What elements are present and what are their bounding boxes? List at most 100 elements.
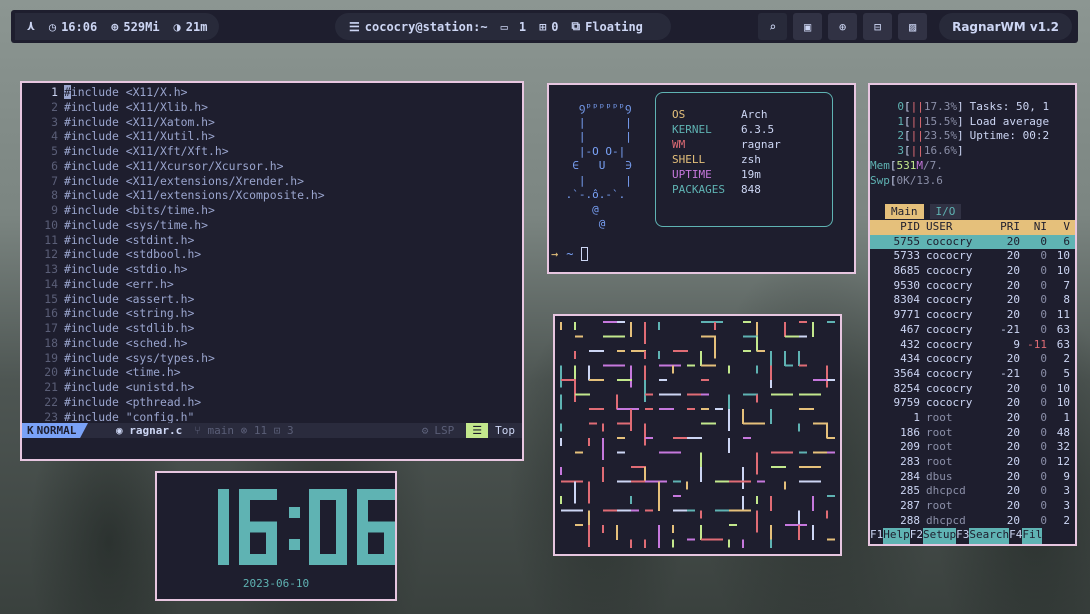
- table-row[interactable]: 9530 cococry 20 0 7: [870, 279, 1075, 294]
- shell-prompt[interactable]: → ~: [551, 247, 589, 261]
- line-number: 2: [51, 99, 58, 114]
- code-text: #include <stdbool.h>: [64, 247, 202, 262]
- code-line[interactable]: 3 #include <X11/Xatom.h>: [22, 115, 522, 130]
- code-line[interactable]: 7 #include <X11/extensions/Xrender.h>: [22, 174, 522, 189]
- code-line[interactable]: 8 #include <X11/extensions/Xcomposite.h>: [22, 188, 522, 203]
- column-header-ni[interactable]: NI: [1020, 220, 1047, 235]
- tab-io[interactable]: I/O: [929, 204, 962, 219]
- cell-pid: 288: [900, 513, 920, 527]
- table-row[interactable]: 283 root 20 0 12: [870, 455, 1075, 470]
- htop-window[interactable]: 0[| | 17.3%] Tasks: 50, 1 1[| | 15.5%] Load ave…: [868, 83, 1077, 546]
- fetch-terminal[interactable]: ꝯᵖᵖᵖᵖᵖᵖꝯ | | | | |-O O-| ∈ U ∋ | | .`-.ô…: [547, 83, 856, 274]
- cpu-bar: |: [917, 100, 924, 113]
- line-number: 21: [44, 380, 58, 394]
- bar-workspace[interactable]: ⊞ 0: [539, 20, 558, 34]
- line-number: 3: [51, 114, 58, 129]
- ragnar-logo-icon[interactable]: ⋏: [27, 19, 35, 34]
- code-line[interactable]: 17 #include <stdlib.h>: [22, 321, 522, 336]
- process-table[interactable]: PID USER PRI NI V 5755 cococry 20 0 6 5733 cococry 2…: [870, 220, 1075, 528]
- fkey-f2[interactable]: F2: [910, 528, 923, 544]
- info-row: WM ragnar: [672, 137, 832, 152]
- table-header[interactable]: PID USER PRI NI V: [870, 220, 1075, 235]
- maze-terminal[interactable]: [553, 314, 842, 556]
- swap-meter: Swp[0K/13.6: [870, 174, 1075, 189]
- column-header-pri[interactable]: PRI: [990, 220, 1020, 235]
- browser-button[interactable]: ⊕: [828, 13, 858, 40]
- table-row[interactable]: 287 root 20 0 3: [870, 499, 1075, 514]
- code-line[interactable]: 13 #include <stdio.h>: [22, 262, 522, 277]
- fkey-f3[interactable]: F3: [956, 528, 969, 544]
- table-row[interactable]: 3564 cococry -21 0 5: [870, 367, 1075, 382]
- cell-ni: 0: [1040, 381, 1047, 395]
- table-row[interactable]: 1 root 20 0 1: [870, 411, 1075, 426]
- column-header-v[interactable]: V: [1047, 220, 1070, 235]
- code-line[interactable]: 6 #include <X11/Xcursor/Xcursor.h>: [22, 159, 522, 174]
- bar-monitors[interactable]: ▭ 1: [501, 20, 526, 34]
- image-button[interactable]: ▨: [898, 13, 928, 40]
- bar-left-section: ⋏ ◷ 16:06 ⊕ 529Mi ◑ 21m: [15, 13, 220, 40]
- meter-bracket: [: [904, 144, 911, 158]
- cell-pid: 186: [900, 425, 920, 439]
- info-row: PACKAGES 848: [672, 182, 832, 197]
- code-line[interactable]: 18 #include <sched.h>: [22, 336, 522, 351]
- table-row[interactable]: 434 cococry 20 0 2: [870, 352, 1075, 367]
- cell-user: root: [926, 410, 953, 424]
- fkey-f1[interactable]: F1: [870, 528, 883, 544]
- line-number: 5: [51, 144, 58, 158]
- mode-indicator: K NORMAL: [22, 423, 88, 438]
- cell-user: cococry: [926, 381, 973, 395]
- table-row[interactable]: 209 root 20 0 32: [870, 440, 1075, 455]
- table-row[interactable]: 432 cococry 9 -11 63: [870, 338, 1075, 353]
- fkey-f4[interactable]: F4: [1009, 528, 1022, 544]
- cell-pid: 5733: [893, 249, 921, 263]
- fkey-label: Setup: [923, 528, 957, 544]
- editor-window[interactable]: 1 #include <X11/X.h> 2 #include <X11/Xlib.h…: [20, 81, 524, 461]
- table-row[interactable]: 467 cococry -21 0 63: [870, 323, 1075, 338]
- code-line[interactable]: 15 #include <assert.h>: [22, 292, 522, 307]
- table-row[interactable]: 8685 cococry 20 0 10: [870, 264, 1075, 279]
- code-line[interactable]: 4 #include <X11/Xutil.h>: [22, 129, 522, 144]
- mem-total: /7.: [923, 158, 943, 172]
- code-line[interactable]: 19 #include <sys/types.h>: [22, 351, 522, 366]
- function-key-bar: F1 Help F2 Setup F3 Search F4 Fil: [870, 528, 1075, 544]
- table-row[interactable]: 8304 cococry 20 0 8: [870, 293, 1075, 308]
- table-row[interactable]: 284 dbus 20 0 9: [870, 470, 1075, 485]
- code-line[interactable]: 11 #include <stdint.h>: [22, 233, 522, 248]
- line-number: 18: [44, 335, 58, 350]
- table-row[interactable]: 186 root 20 0 48: [870, 426, 1075, 441]
- code-line[interactable]: 22 #include <pthread.h>: [22, 395, 522, 410]
- image-icon: ▨: [908, 19, 917, 34]
- table-row[interactable]: 288 dhcpcd 20 0 2: [870, 514, 1075, 529]
- code-line[interactable]: 12 #include <stdbool.h>: [22, 247, 522, 262]
- code-line[interactable]: 9 #include <bits/time.h>: [22, 203, 522, 218]
- table-row[interactable]: 5733 cococry 20 0 10: [870, 249, 1075, 264]
- code-line[interactable]: 2 #include <X11/Xlib.h>: [22, 100, 522, 115]
- code-line[interactable]: 10 #include <sys/time.h>: [22, 218, 522, 233]
- bar-layout[interactable]: ⧉ Floating: [572, 19, 643, 34]
- cell-pid: 287: [900, 499, 920, 513]
- cell-pri: 20: [1006, 264, 1020, 278]
- mem-label: Mem: [870, 158, 890, 172]
- terminal-button[interactable]: ▣: [793, 13, 823, 40]
- cell-pid: 209: [900, 440, 920, 454]
- files-button[interactable]: ⊟: [863, 13, 893, 40]
- code-line[interactable]: 1 #include <X11/X.h>: [22, 85, 522, 100]
- column-header-pid[interactable]: PID: [870, 220, 920, 235]
- cpu-pct: 23.5%: [923, 129, 957, 143]
- code-line[interactable]: 21 #include <unistd.h>: [22, 380, 522, 395]
- table-row[interactable]: 285 dhcpcd 20 0 3: [870, 484, 1075, 499]
- code-line[interactable]: 14 #include <err.h>: [22, 277, 522, 292]
- table-row[interactable]: 9771 cococry 20 0 11: [870, 308, 1075, 323]
- table-row[interactable]: 9759 cococry 20 0 10: [870, 396, 1075, 411]
- code-area[interactable]: 1 #include <X11/X.h> 2 #include <X11/Xlib.h…: [22, 83, 522, 424]
- cell-pid: 434: [900, 352, 920, 366]
- code-line[interactable]: 16 #include <string.h>: [22, 306, 522, 321]
- tab-main[interactable]: Main: [885, 204, 924, 219]
- search-button[interactable]: ⌕: [758, 13, 788, 40]
- table-row[interactable]: 8254 cococry 20 0 10: [870, 382, 1075, 397]
- column-header-user[interactable]: USER: [920, 220, 990, 235]
- code-line[interactable]: 5 #include <X11/Xft/Xft.h>: [22, 144, 522, 159]
- cell-ni: 0: [1040, 513, 1047, 527]
- code-line[interactable]: 20 #include <time.h>: [22, 365, 522, 380]
- table-row[interactable]: 5755 cococry 20 0 6: [870, 234, 1075, 250]
